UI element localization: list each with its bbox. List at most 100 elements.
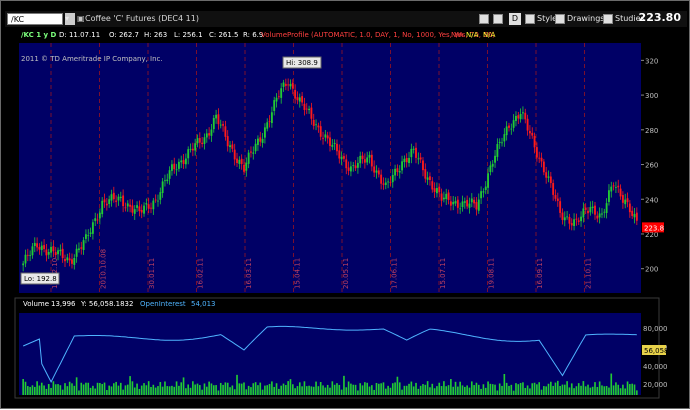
volume-bar[interactable]	[245, 389, 248, 395]
candle-body[interactable]	[401, 161, 403, 171]
candle-body[interactable]	[231, 144, 234, 149]
volume-bar[interactable]	[22, 379, 24, 395]
volume-bar[interactable]	[447, 385, 450, 395]
candle-body[interactable]	[243, 165, 245, 172]
candle-body[interactable]	[173, 163, 176, 170]
candle-body[interactable]	[331, 144, 334, 147]
candle-body[interactable]	[203, 137, 206, 144]
candle-body[interactable]	[161, 181, 164, 194]
candle-body[interactable]	[226, 136, 229, 147]
candle-body[interactable]	[57, 250, 59, 255]
candle-body[interactable]	[96, 219, 99, 221]
volume-bar[interactable]	[366, 382, 369, 395]
candle-body[interactable]	[594, 205, 596, 215]
volume-bar[interactable]	[394, 382, 396, 395]
candle-body[interactable]	[535, 147, 538, 158]
volume-panel[interactable]: 80,00060,00040,00020,00056,058	[14, 297, 669, 399]
candle-body[interactable]	[391, 174, 394, 183]
volume-bar[interactable]	[250, 387, 252, 395]
candle-body[interactable]	[117, 196, 120, 201]
volume-bar[interactable]	[422, 384, 424, 395]
volume-bar[interactable]	[431, 383, 434, 395]
candle-body[interactable]	[373, 166, 376, 173]
candle-body[interactable]	[333, 142, 336, 144]
volume-bar[interactable]	[180, 382, 183, 395]
volume-bar[interactable]	[301, 386, 303, 395]
volume-bar[interactable]	[282, 383, 285, 395]
volume-bar[interactable]	[515, 383, 517, 395]
volume-bar[interactable]	[568, 387, 571, 395]
volume-bar[interactable]	[554, 382, 557, 395]
volume-bar[interactable]	[145, 385, 148, 395]
volume-bar[interactable]	[96, 382, 99, 395]
volume-bar[interactable]	[147, 381, 150, 395]
candle-body[interactable]	[64, 259, 66, 262]
candle-body[interactable]	[184, 158, 187, 165]
candle-body[interactable]	[463, 201, 466, 203]
candle-body[interactable]	[59, 249, 62, 252]
volume-bar[interactable]	[622, 384, 624, 395]
candle-body[interactable]	[91, 222, 94, 234]
volume-bar[interactable]	[389, 387, 392, 395]
candle-body[interactable]	[252, 152, 255, 154]
candle-body[interactable]	[577, 220, 580, 222]
candle-body[interactable]	[343, 156, 345, 159]
volume-bar[interactable]	[64, 383, 66, 395]
volume-bar[interactable]	[364, 382, 366, 395]
candle-body[interactable]	[628, 203, 631, 213]
volume-bar[interactable]	[505, 382, 508, 395]
candle-body[interactable]	[131, 205, 134, 213]
volume-bar[interactable]	[566, 381, 568, 395]
candle-body[interactable]	[459, 208, 462, 210]
volume-bar[interactable]	[80, 382, 83, 395]
candle-body[interactable]	[563, 217, 566, 221]
candle-body[interactable]	[250, 151, 252, 153]
candle-body[interactable]	[484, 186, 487, 191]
volume-bar[interactable]	[303, 381, 306, 395]
volume-bar[interactable]	[108, 385, 110, 395]
candle-body[interactable]	[22, 263, 25, 266]
candle-body[interactable]	[559, 201, 562, 213]
candle-body[interactable]	[424, 169, 427, 179]
volume-bar[interactable]	[608, 387, 610, 395]
candle-body[interactable]	[261, 138, 264, 143]
volume-bar[interactable]	[71, 383, 73, 395]
volume-bar[interactable]	[547, 383, 550, 395]
volume-bar[interactable]	[24, 381, 27, 395]
candle-body[interactable]	[501, 142, 503, 144]
volume-bar[interactable]	[54, 384, 57, 395]
candle-body[interactable]	[133, 209, 136, 214]
volume-bar[interactable]	[350, 383, 352, 395]
volume-bar[interactable]	[40, 382, 43, 395]
candle-body[interactable]	[533, 135, 536, 148]
volume-bar[interactable]	[570, 383, 573, 395]
candle-body[interactable]	[317, 125, 320, 128]
candle-body[interactable]	[494, 155, 496, 163]
volume-bar[interactable]	[522, 382, 524, 395]
candle-body[interactable]	[215, 114, 218, 119]
candle-body[interactable]	[591, 206, 594, 209]
candle-body[interactable]	[319, 126, 322, 137]
candle-body[interactable]	[445, 193, 448, 200]
candle-body[interactable]	[166, 179, 169, 182]
volume-bar[interactable]	[468, 387, 471, 395]
candle-body[interactable]	[440, 193, 443, 201]
candle-body[interactable]	[368, 154, 371, 158]
candle-body[interactable]	[452, 202, 455, 205]
candle-body[interactable]	[542, 161, 545, 173]
volume-bar[interactable]	[443, 381, 445, 395]
candle-body[interactable]	[526, 118, 529, 131]
volume-bar[interactable]	[29, 386, 31, 395]
volume-bar[interactable]	[396, 376, 399, 395]
candle-body[interactable]	[477, 199, 480, 211]
volume-bar[interactable]	[517, 384, 520, 395]
volume-bar[interactable]	[340, 389, 343, 395]
candle-body[interactable]	[270, 112, 273, 124]
volume-bar[interactable]	[408, 383, 410, 395]
volume-bar[interactable]	[438, 382, 441, 395]
volume-bar[interactable]	[329, 387, 331, 395]
candle-body[interactable]	[326, 135, 329, 139]
candle-body[interactable]	[54, 252, 57, 256]
candle-body[interactable]	[289, 84, 292, 87]
volume-bar[interactable]	[89, 387, 92, 395]
